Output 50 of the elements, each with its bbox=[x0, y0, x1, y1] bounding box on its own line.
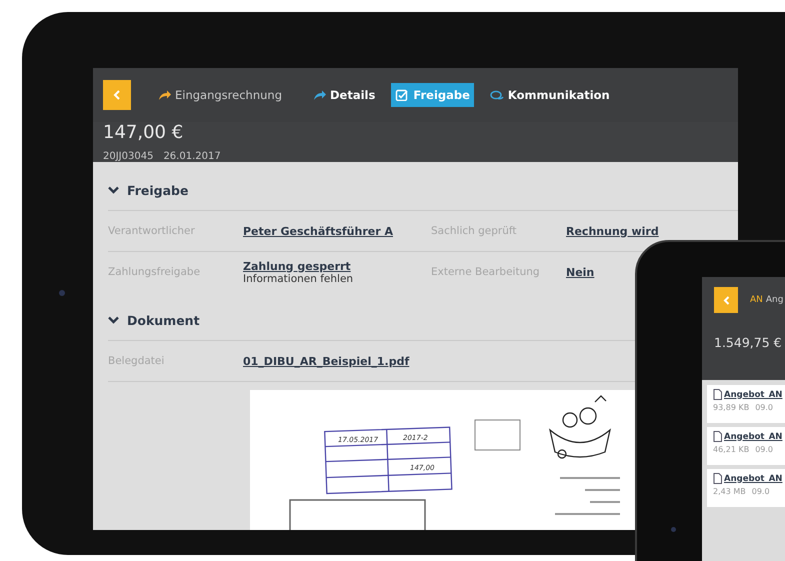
field-value-link[interactable]: 01_DIBU_AR_Beispiel_1.pdf bbox=[243, 354, 410, 368]
file-size: 46,21 KB bbox=[713, 445, 750, 454]
amount-text: 1.549,75 € bbox=[714, 335, 783, 350]
file-icon bbox=[713, 431, 722, 442]
file-icon bbox=[713, 389, 722, 400]
field-label: Belegdatei bbox=[108, 355, 166, 367]
file-date: 09.0 bbox=[755, 403, 773, 412]
file-link[interactable]: Angebot_AN bbox=[724, 390, 782, 400]
chevron-down-icon[interactable] bbox=[108, 186, 119, 194]
screen-title: Ang bbox=[766, 295, 784, 305]
file-icon bbox=[713, 473, 722, 484]
invoice-date: 26.01.2017 bbox=[163, 151, 221, 162]
file-card[interactable]: Angebot_AN 46,21 KB 09.0 bbox=[707, 427, 785, 465]
field-value-link[interactable]: Rechnung wird bbox=[566, 224, 659, 238]
invoice-number: 20JJ03045 bbox=[103, 151, 154, 162]
section-title: Dokument bbox=[127, 312, 200, 328]
tab[interactable]: Details bbox=[308, 83, 380, 107]
breadcrumb-link[interactable]: Eingangsrechnung bbox=[153, 83, 286, 107]
camera-icon bbox=[671, 527, 676, 532]
field-value-link[interactable]: Nein bbox=[566, 266, 594, 278]
file-link[interactable]: Angebot_AN bbox=[724, 432, 782, 442]
file-size: 93,89 KB bbox=[713, 403, 750, 412]
file-card[interactable]: Angebot_AN 2,43 MB 09.0 bbox=[707, 469, 785, 507]
address-lines bbox=[555, 477, 620, 515]
field-value-link[interactable]: Zahlung gesperrt bbox=[243, 260, 351, 272]
file-date: 09.0 bbox=[752, 487, 770, 496]
section-title: Freigabe bbox=[127, 182, 188, 198]
camera-icon bbox=[59, 290, 65, 296]
field-value-link[interactable]: Peter Geschäftsführer A bbox=[243, 224, 393, 238]
chat-icon bbox=[490, 89, 504, 101]
field-label: Verantwortlicher bbox=[108, 225, 196, 237]
amount-text: 147,00 € bbox=[103, 122, 184, 143]
field-label: Sachlich geprüft bbox=[431, 225, 518, 237]
chevron-down-icon[interactable] bbox=[108, 316, 119, 324]
file-card[interactable]: Angebot_AN 93,89 KB 09.0 bbox=[707, 385, 785, 423]
chevron-left-icon bbox=[113, 90, 121, 100]
field-label: Externe Bearbeitung bbox=[431, 266, 541, 278]
field-label: Zahlungsfreigabe bbox=[108, 266, 202, 278]
note-box bbox=[474, 420, 520, 450]
file-date: 09.0 bbox=[755, 445, 773, 454]
reply-arrow-icon bbox=[312, 89, 326, 101]
checkbox-icon bbox=[395, 89, 410, 101]
tab[interactable]: Kommunikation bbox=[486, 83, 614, 107]
mascot-drawing bbox=[549, 395, 611, 459]
reply-arrow-icon bbox=[157, 89, 171, 101]
type-tag: AN bbox=[750, 295, 763, 305]
field-note: Informationen fehlen bbox=[243, 272, 354, 284]
file-link[interactable]: Angebot_AN bbox=[724, 474, 782, 484]
chevron-left-icon bbox=[722, 296, 730, 304]
file-size: 2,43 MB bbox=[713, 487, 746, 496]
